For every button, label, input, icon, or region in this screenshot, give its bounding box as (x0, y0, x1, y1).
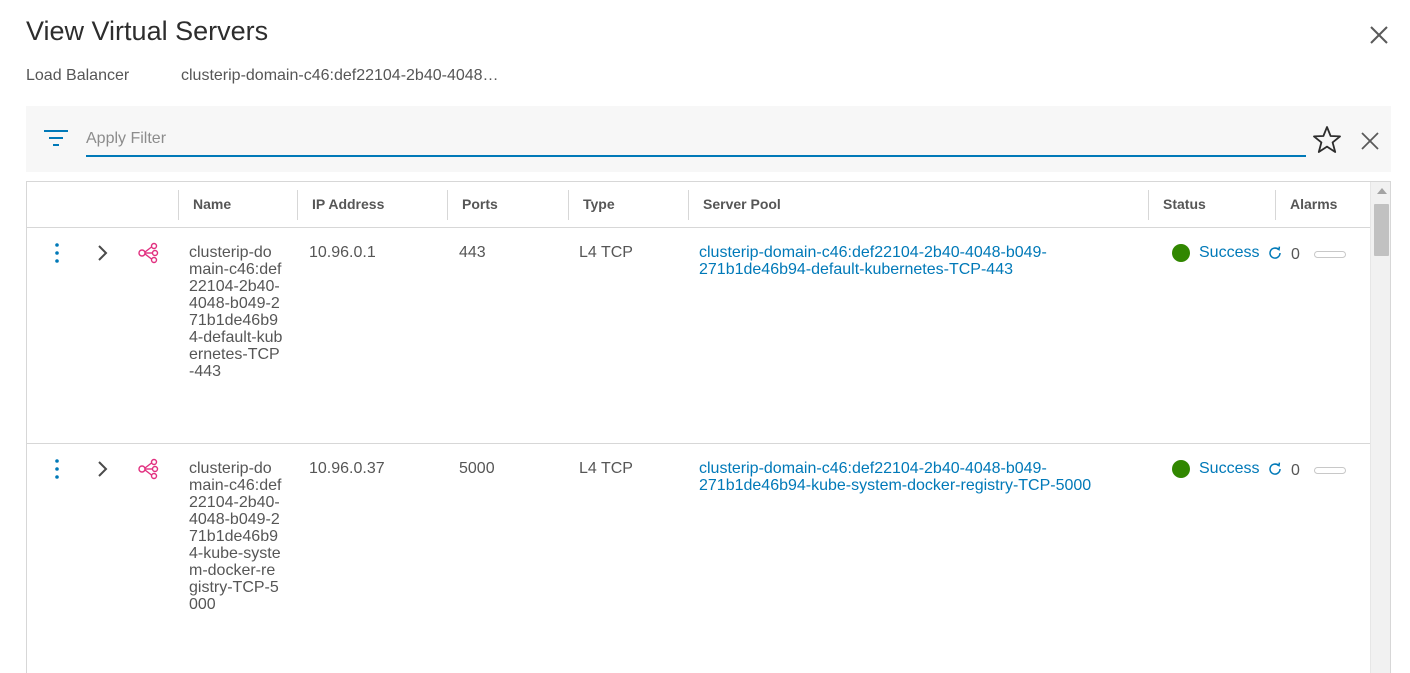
star-icon[interactable] (1312, 125, 1342, 155)
column-header-ports[interactable]: Ports (447, 182, 498, 227)
load-balancer-label: Load Balancer (26, 67, 130, 84)
row-status[interactable]: Success (1199, 460, 1259, 477)
column-header-ip[interactable]: IP Address (297, 182, 384, 227)
row-ports: 5000 (459, 460, 495, 477)
kebab-menu-icon[interactable] (52, 458, 62, 480)
filter-input[interactable] (86, 122, 1306, 157)
virtual-servers-grid: Name IP Address Ports Type Server Pool S… (26, 181, 1391, 673)
alarm-bar (1314, 467, 1346, 474)
chevron-right-icon[interactable] (95, 460, 109, 478)
filter-icon[interactable] (42, 128, 70, 148)
table-header: Name IP Address Ports Type Server Pool S… (27, 182, 1370, 228)
close-icon[interactable] (1366, 22, 1392, 48)
row-server-pool-link[interactable]: clusterip-domain-c46:def22104-2b40-4048-… (699, 244, 1099, 278)
column-header-status[interactable]: Status (1148, 182, 1206, 227)
column-header-server-pool[interactable]: Server Pool (688, 182, 781, 227)
chevron-right-icon[interactable] (95, 244, 109, 262)
row-ports: 443 (459, 244, 486, 261)
vertical-scrollbar[interactable] (1370, 182, 1390, 673)
alarm-bar (1314, 251, 1346, 258)
filter-bar (26, 106, 1391, 172)
row-name: clusterip-domain-c46:def22104-2b40-4048-… (189, 460, 282, 613)
row-type: L4 TCP (579, 244, 633, 261)
column-header-name[interactable]: Name (178, 182, 231, 227)
column-header-type[interactable]: Type (568, 182, 615, 227)
scroll-thumb[interactable] (1374, 204, 1389, 256)
dialog-title: View Virtual Servers (26, 16, 269, 46)
row-type: L4 TCP (579, 460, 633, 477)
row-server-pool-link[interactable]: clusterip-domain-c46:def22104-2b40-4048-… (699, 460, 1099, 494)
scroll-up-arrow-icon[interactable] (1377, 188, 1387, 194)
status-success-icon (1172, 244, 1190, 262)
table-row: clusterip-domain-c46:def22104-2b40-4048-… (27, 444, 1370, 673)
load-balancer-value: clusterip-domain-c46:def22104-2b40-4048… (181, 67, 499, 84)
row-ip-address: 10.96.0.37 (309, 460, 385, 477)
status-success-icon (1172, 460, 1190, 478)
kebab-menu-icon[interactable] (52, 242, 62, 264)
row-name: clusterip-domain-c46:def22104-2b40-4048-… (189, 244, 283, 380)
row-alarms-count: 0 (1291, 462, 1300, 479)
row-ip-address: 10.96.0.1 (309, 244, 376, 261)
refresh-icon[interactable] (1267, 245, 1283, 261)
refresh-icon[interactable] (1267, 461, 1283, 477)
clear-filter-icon[interactable] (1360, 131, 1380, 151)
row-alarms-count: 0 (1291, 246, 1300, 263)
row-status[interactable]: Success (1199, 244, 1259, 261)
table-row: clusterip-domain-c46:def22104-2b40-4048-… (27, 228, 1370, 444)
column-header-alarms[interactable]: Alarms (1275, 182, 1337, 227)
load-balancer-icon (138, 242, 159, 264)
load-balancer-icon (138, 458, 159, 480)
